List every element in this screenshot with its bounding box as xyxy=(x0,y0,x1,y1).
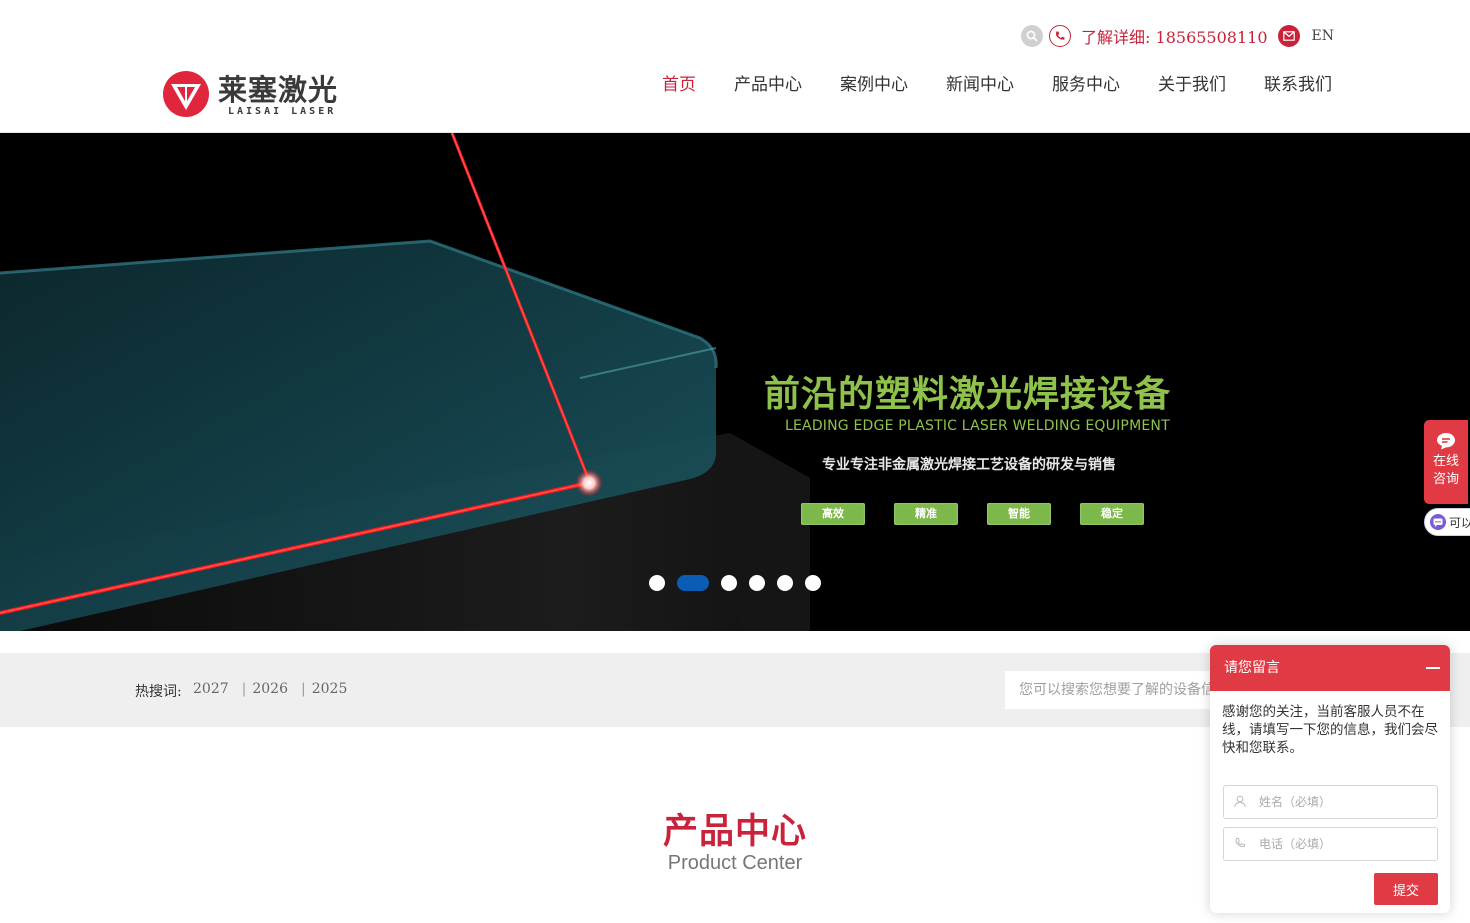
mail-icon[interactable] xyxy=(1277,25,1300,47)
name-field-placeholder: 姓名（必填） xyxy=(1259,795,1332,809)
banner-tag: 精准 xyxy=(894,503,958,525)
banner-subtitle-en: LEADING EDGE PLASTIC LASER WELDING EQUIP… xyxy=(785,418,1170,434)
banner-tags: 高效 精准 智能 稳定 xyxy=(801,503,1173,525)
chat-icon xyxy=(1430,514,1446,530)
nav-service[interactable]: 服务中心 xyxy=(1052,60,1120,133)
nav-about[interactable]: 关于我们 xyxy=(1158,60,1226,133)
user-icon xyxy=(1234,795,1246,808)
phone-field-placeholder: 电话（必填） xyxy=(1259,837,1332,851)
logo-mark-icon xyxy=(163,71,209,117)
slider-dot[interactable] xyxy=(749,575,765,591)
separator: | xyxy=(241,681,247,697)
nav-news[interactable]: 新闻中心 xyxy=(946,60,1014,133)
search-icon[interactable] xyxy=(1021,25,1044,47)
message-panel-header: 请您留言 xyxy=(1210,645,1450,691)
nav-cases[interactable]: 案例中心 xyxy=(840,60,908,133)
hot-search-words: 2027 | 2026 | 2025 xyxy=(193,681,347,697)
hero-banner[interactable]: 前沿的塑料激光焊接设备 LEADING EDGE PLASTIC LASER W… xyxy=(0,133,1470,631)
slider-dot-active[interactable] xyxy=(677,575,709,591)
slider-dot[interactable] xyxy=(649,575,665,591)
top-contact-bar: 了解详细: 18565508110 EN xyxy=(1021,22,1334,50)
minimize-icon[interactable] xyxy=(1426,667,1440,669)
logo-text-cn: 莱塞激光 xyxy=(218,73,339,107)
phone-field-icon xyxy=(1235,838,1245,848)
nav-products[interactable]: 产品中心 xyxy=(734,60,802,133)
phone-icon xyxy=(1049,25,1072,47)
banner-laser-artwork xyxy=(0,133,810,631)
banner-title: 前沿的塑料激光焊接设备 xyxy=(764,374,1172,415)
slider-dot[interactable] xyxy=(721,575,737,591)
submit-button[interactable]: 提交 xyxy=(1374,873,1438,905)
hot-word[interactable]: 2027 xyxy=(193,681,229,697)
language-switch[interactable]: EN xyxy=(1312,28,1334,44)
message-panel-title: 请您留言 xyxy=(1224,660,1280,676)
chat-bubble-icon xyxy=(1437,433,1455,450)
nav-home[interactable]: 首页 xyxy=(659,60,699,156)
banner-subtitle-cn: 专业专注非金属激光焊接工艺设备的研发与销售 xyxy=(822,457,1116,473)
hot-word[interactable]: 2025 xyxy=(312,681,348,697)
banner-tag: 智能 xyxy=(987,503,1051,525)
phone-field[interactable]: 电话（必填） xyxy=(1223,827,1438,861)
chat-pill-text: 可以 xyxy=(1449,515,1470,530)
site-logo[interactable]: 莱塞激光 LAISAI LASER xyxy=(162,70,342,120)
slider-dot[interactable] xyxy=(805,575,821,591)
message-panel-intro: 感谢您的关注，当前客服人员不在线，请填写一下您的信息，我们会尽快和您联系。 xyxy=(1222,704,1438,756)
site-header: 莱塞激光 LAISAI LASER 了解详细: 18565508110 EN 首… xyxy=(0,0,1470,156)
banner-tag: 高效 xyxy=(801,503,865,525)
banner-tag: 稳定 xyxy=(1080,503,1144,525)
online-consult-button[interactable]: 在线咨询 xyxy=(1424,420,1468,504)
phone-number[interactable]: 了解详细: 18565508110 xyxy=(1081,24,1267,48)
slider-dot[interactable] xyxy=(777,575,793,591)
name-field[interactable]: 姓名（必填） xyxy=(1223,785,1438,819)
slider-pagination xyxy=(649,575,833,591)
nav-contact[interactable]: 联系我们 xyxy=(1264,60,1332,133)
logo-text-en: LAISAI LASER xyxy=(228,106,337,117)
separator: | xyxy=(301,681,306,697)
chat-pill[interactable]: 可以 xyxy=(1424,508,1470,536)
online-consult-label: 在线咨询 xyxy=(1432,454,1459,487)
leave-message-panel: 请您留言 感谢您的关注，当前客服人员不在线，请填写一下您的信息，我们会尽快和您联… xyxy=(1210,645,1450,913)
hot-word[interactable]: 2026 xyxy=(252,681,288,697)
hot-search-label: 热搜词: xyxy=(135,684,182,700)
main-nav: 首页 产品中心 案例中心 新闻中心 服务中心 关于我们 联系我们 xyxy=(624,60,1332,156)
